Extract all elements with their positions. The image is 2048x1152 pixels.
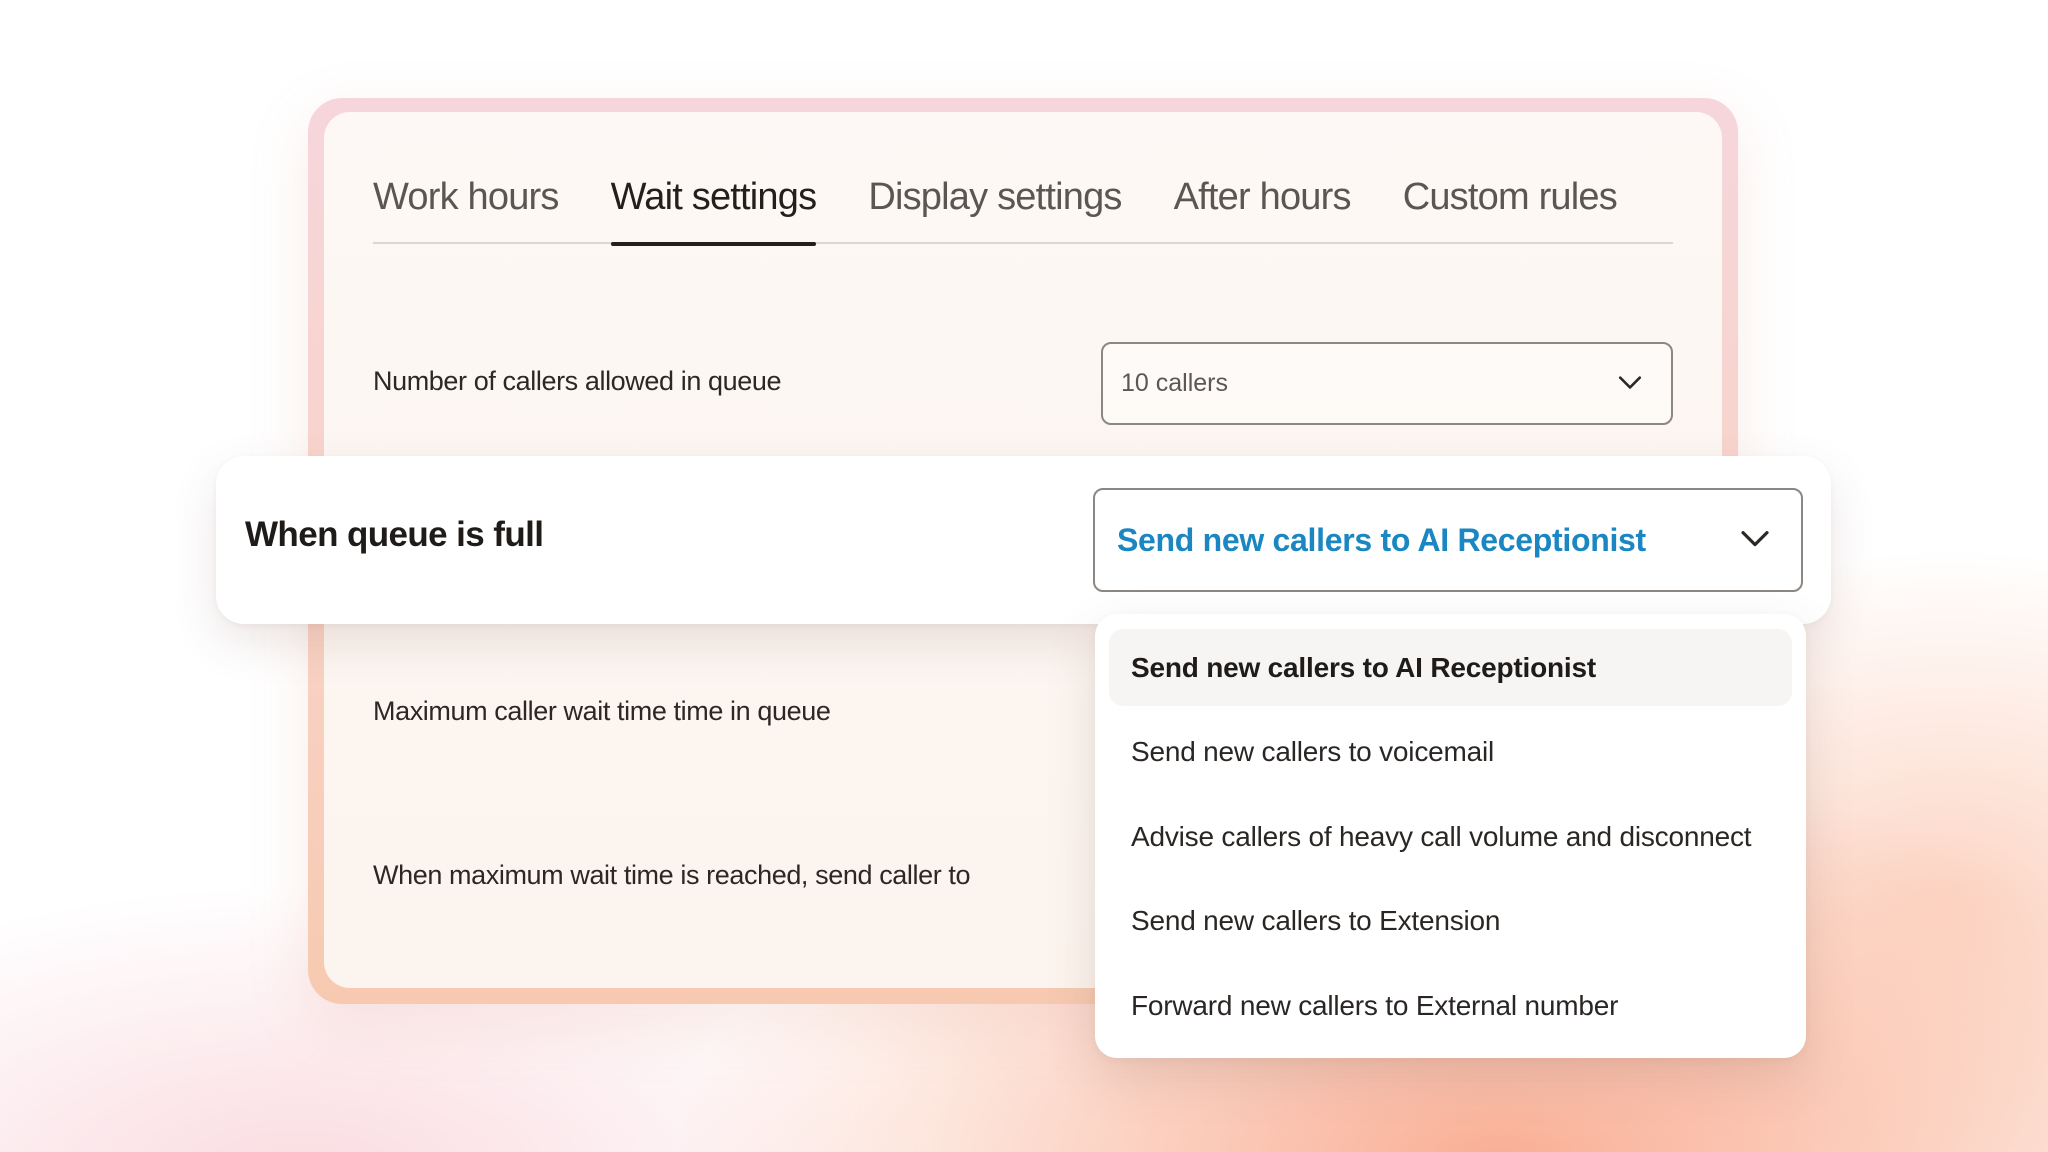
queue-full-select[interactable]: Send new callers to AI Receptionist (1093, 488, 1803, 592)
tab-after-hours[interactable]: After hours (1174, 170, 1352, 244)
max-wait-reached-label: When maximum wait time is reached, send … (373, 860, 971, 890)
tab-display-settings[interactable]: Display settings (868, 170, 1122, 244)
callers-allowed-label: Number of callers allowed in queue (373, 366, 782, 396)
settings-tabs: Work hours Wait settings Display setting… (373, 170, 1673, 246)
queue-full-dropdown-menu: Send new callers to AI Receptionist Send… (1095, 614, 1806, 1058)
tab-wait-settings[interactable]: Wait settings (610, 170, 817, 246)
menu-item-ai-receptionist[interactable]: Send new callers to AI Receptionist (1109, 629, 1792, 706)
chevron-down-icon (1741, 531, 1769, 547)
callers-allowed-select[interactable]: 10 callers (1101, 342, 1673, 425)
tab-work-hours[interactable]: Work hours (373, 170, 559, 244)
chevron-down-icon (1618, 375, 1642, 389)
queue-full-label: When queue is full (245, 515, 544, 554)
queue-full-value: Send new callers to AI Receptionist (1117, 521, 1646, 558)
menu-item-heavy-volume-disconnect[interactable]: Advise callers of heavy call volume and … (1109, 798, 1792, 875)
tab-custom-rules[interactable]: Custom rules (1403, 170, 1618, 244)
menu-item-voicemail[interactable]: Send new callers to voicemail (1109, 714, 1792, 791)
menu-item-extension[interactable]: Send new callers to Extension (1109, 883, 1792, 960)
max-wait-label: Maximum caller wait time time in queue (373, 696, 831, 726)
menu-item-external-number[interactable]: Forward new callers to External number (1109, 967, 1792, 1044)
callers-allowed-value: 10 callers (1121, 369, 1228, 397)
